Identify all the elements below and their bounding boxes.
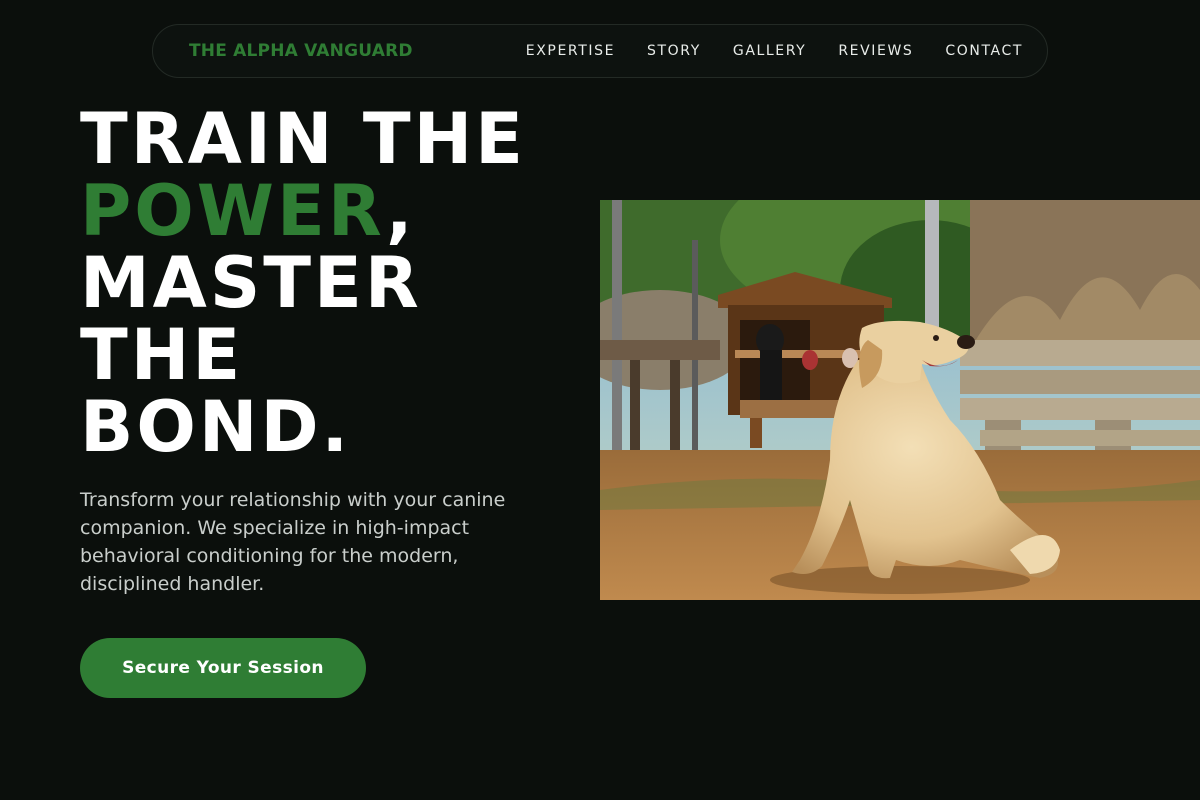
hero-description: Transform your relationship with your ca… (80, 489, 506, 595)
headline-line-3: MASTER (80, 242, 422, 324)
headline-accent-suffix: , (386, 170, 416, 252)
nav-link-contact[interactable]: CONTACT (945, 43, 1023, 59)
nav-link-story[interactable]: STORY (647, 43, 701, 59)
nav-links: EXPERTISE STORY GALLERY REVIEWS CONTACT (526, 43, 1023, 59)
headline-line-1: TRAIN THE (80, 98, 526, 180)
headline-line-2: POWER, (80, 175, 526, 247)
top-navbar: THE ALPHA VANGUARD EXPERTISE STORY GALLE… (152, 24, 1048, 78)
brand-logo[interactable]: THE ALPHA VANGUARD (189, 41, 413, 61)
headline-line-5: BOND. (80, 386, 352, 468)
headline-accent-word: POWER (80, 170, 387, 252)
secure-session-button[interactable]: Secure Your Session (80, 638, 366, 698)
nav-link-expertise[interactable]: EXPERTISE (526, 43, 615, 59)
headline-line-4: THE (80, 314, 244, 396)
hero-dog-photo (600, 200, 1200, 600)
nav-link-gallery[interactable]: GALLERY (733, 43, 806, 59)
nav-link-reviews[interactable]: REVIEWS (838, 43, 913, 59)
hero-headline: TRAIN THE POWER, MASTER THE BOND. (80, 103, 526, 463)
